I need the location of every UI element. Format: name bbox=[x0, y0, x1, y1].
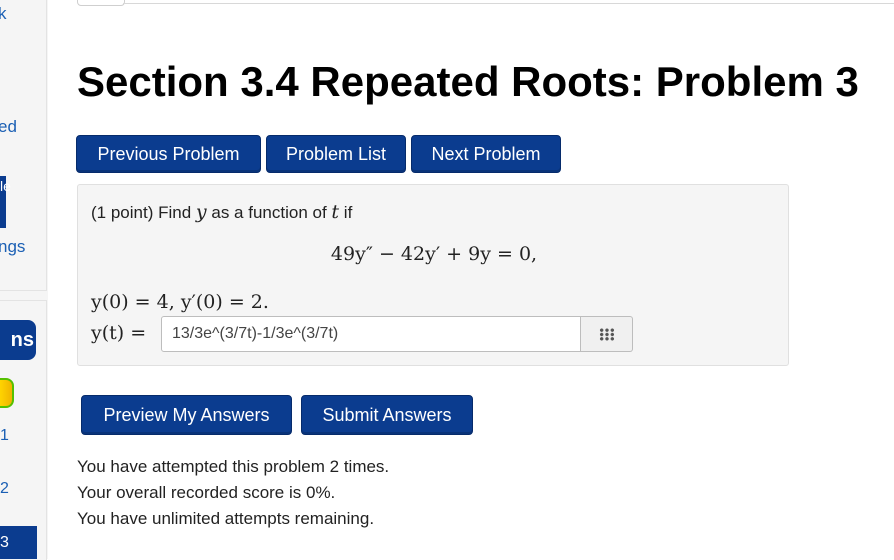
page-title: Section 3.4 Repeated Roots: Problem 3 bbox=[77, 58, 859, 105]
problem-text-if: if bbox=[343, 203, 353, 222]
initial-conditions-text: y(0) = 4, y′(0) = 2. bbox=[91, 291, 269, 313]
equation-palette-button[interactable] bbox=[581, 316, 633, 352]
answer-label-text: y(t) = bbox=[91, 322, 147, 344]
top-tab[interactable] bbox=[77, 0, 125, 6]
sidebar-problem-3-active[interactable]: 3 bbox=[0, 526, 37, 559]
preview-answers-button[interactable]: Preview My Answers bbox=[81, 395, 292, 435]
top-divider bbox=[123, 3, 894, 4]
grid-icon bbox=[599, 328, 615, 341]
sidebar: k ed le ngs ns 1 2 3 bbox=[0, 0, 48, 560]
answer-input[interactable] bbox=[161, 316, 581, 352]
sidebar-active-item[interactable]: le bbox=[0, 176, 11, 228]
sidebar-link-settings[interactable]: ngs bbox=[0, 237, 25, 257]
attempts-text: You have attempted this problem 2 times. bbox=[77, 457, 390, 476]
problem-list-button[interactable]: Problem List bbox=[266, 135, 406, 173]
submit-answers-button[interactable]: Submit Answers bbox=[301, 395, 473, 435]
remaining-attempts-text: You have unlimited attempts remaining. bbox=[77, 509, 375, 528]
sidebar-problem-1[interactable]: 1 bbox=[0, 427, 9, 445]
var-y: y bbox=[195, 201, 207, 223]
problem-box: (1 point) Find y as a function of t if 4… bbox=[77, 184, 789, 366]
answer-label: y(t) = bbox=[91, 322, 146, 344]
sidebar-problem-2[interactable]: 2 bbox=[0, 480, 9, 498]
sidebar-problems-heading: ns bbox=[0, 320, 36, 360]
sidebar-active-label: le bbox=[0, 178, 11, 194]
equation-text: 49y″ − 42y′ + 9y = 0, bbox=[330, 243, 538, 265]
previous-problem-button[interactable]: Previous Problem bbox=[76, 135, 261, 173]
progress-badge bbox=[0, 378, 14, 408]
sidebar-main-links: k ed le ngs bbox=[0, 0, 47, 291]
problem-points-text: (1 point) Find bbox=[91, 203, 192, 222]
problem-statement: (1 point) Find y as a function of t if bbox=[91, 201, 352, 223]
sidebar-link-1[interactable]: k bbox=[0, 4, 7, 24]
sidebar-link-2[interactable]: ed bbox=[0, 117, 17, 137]
problem-text-mid: as a function of bbox=[211, 203, 327, 222]
var-t: t bbox=[331, 201, 340, 223]
score-text: Your overall recorded score is 0%. bbox=[77, 483, 336, 502]
initial-conditions: y(0) = 4, y′(0) = 2. bbox=[91, 291, 269, 313]
next-problem-button[interactable]: Next Problem bbox=[411, 135, 561, 173]
differential-equation: 49y″ − 42y′ + 9y = 0, bbox=[78, 243, 790, 265]
